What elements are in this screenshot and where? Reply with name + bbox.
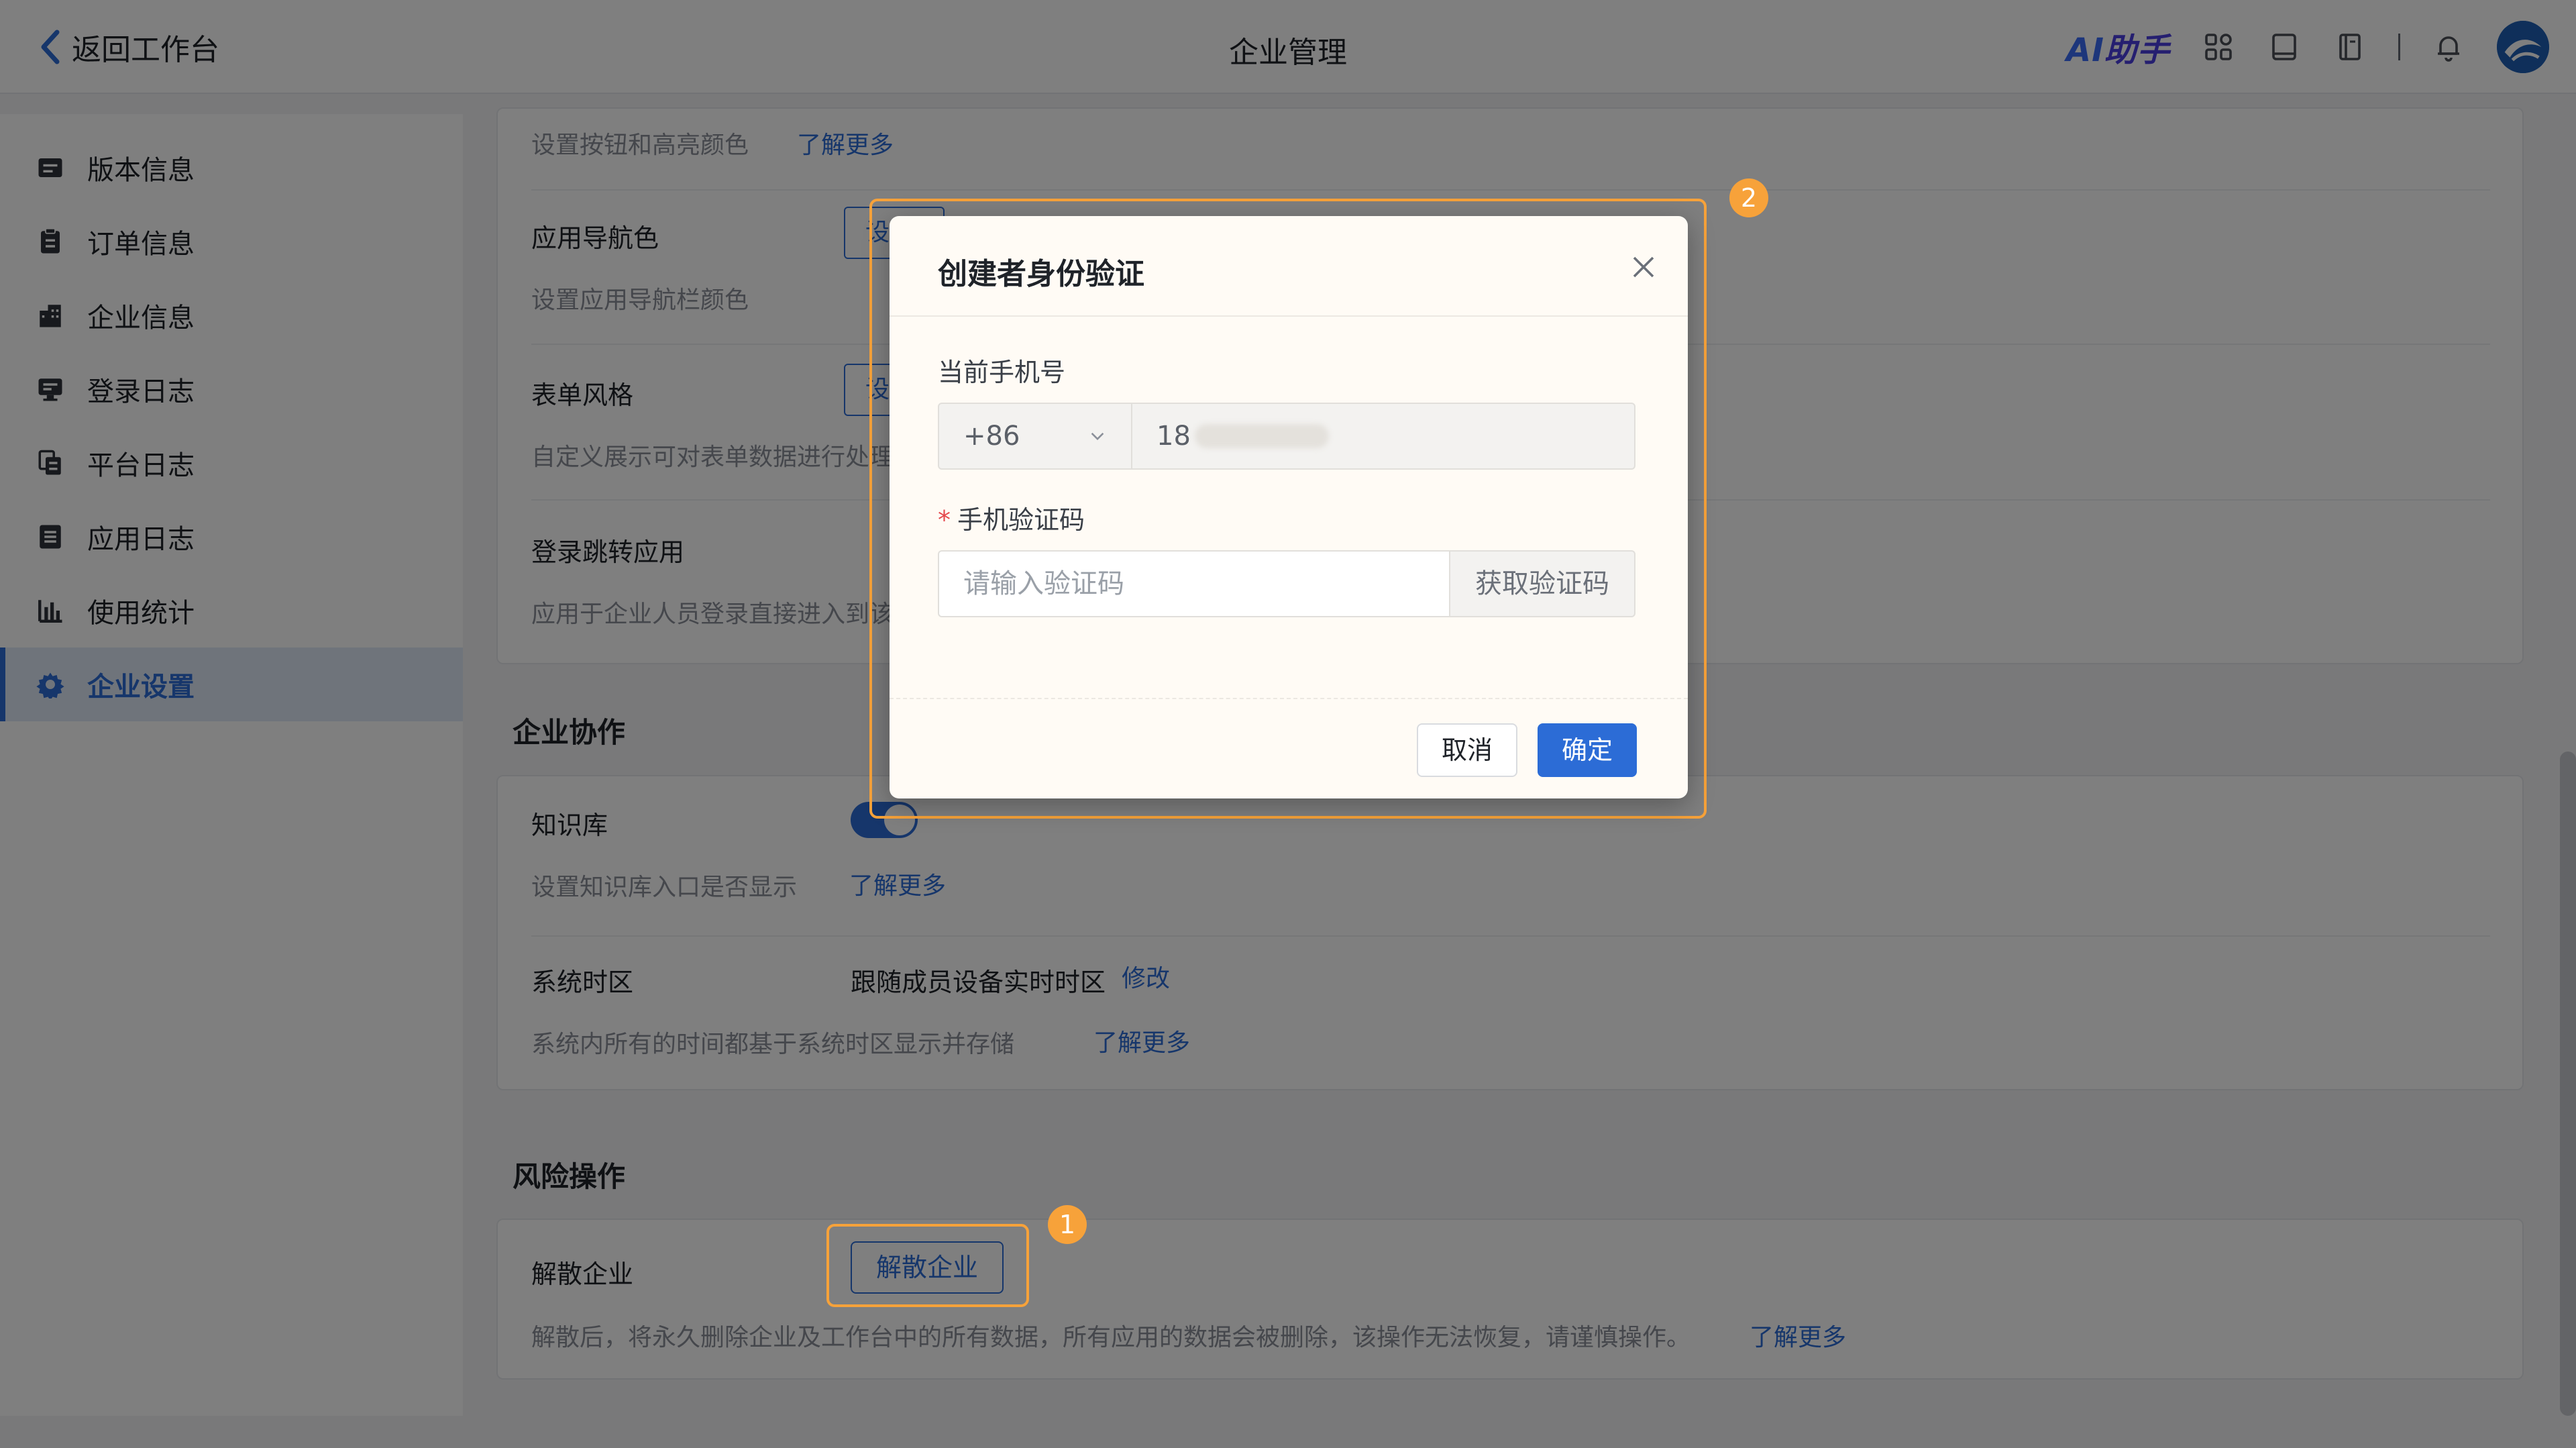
chevron-down-icon xyxy=(1091,432,1104,440)
masked-digits xyxy=(1194,424,1329,448)
required-mark: * xyxy=(938,505,951,535)
verification-code-input[interactable] xyxy=(938,550,1449,617)
step-badge-1: 1 xyxy=(1048,1205,1087,1244)
phone-display-field: +86 18 xyxy=(938,403,1635,470)
verification-code-label: * 手机验证码 xyxy=(938,505,1085,535)
cancel-button[interactable]: 取消 xyxy=(1417,723,1517,777)
phone-number-value: 18 xyxy=(1132,404,1329,468)
country-code-value: +86 xyxy=(963,421,1020,452)
get-verification-code-button[interactable]: 获取验证码 xyxy=(1449,550,1635,617)
close-icon[interactable] xyxy=(1630,254,1657,280)
step-badge-2: 2 xyxy=(1729,178,1768,217)
dialog-title: 创建者身份验证 xyxy=(938,257,1144,291)
dialog-header-divider xyxy=(890,315,1688,317)
current-phone-label: 当前手机号 xyxy=(938,358,1066,387)
country-code-select[interactable]: +86 xyxy=(939,404,1132,468)
identity-verification-dialog: 创建者身份验证 当前手机号 +86 18 *手机验证码 获取验证码 取消 确定 xyxy=(890,216,1688,798)
highlight-dissolve-button xyxy=(826,1224,1029,1307)
dialog-footer-divider xyxy=(890,698,1688,699)
confirm-button[interactable]: 确定 xyxy=(1538,723,1637,777)
